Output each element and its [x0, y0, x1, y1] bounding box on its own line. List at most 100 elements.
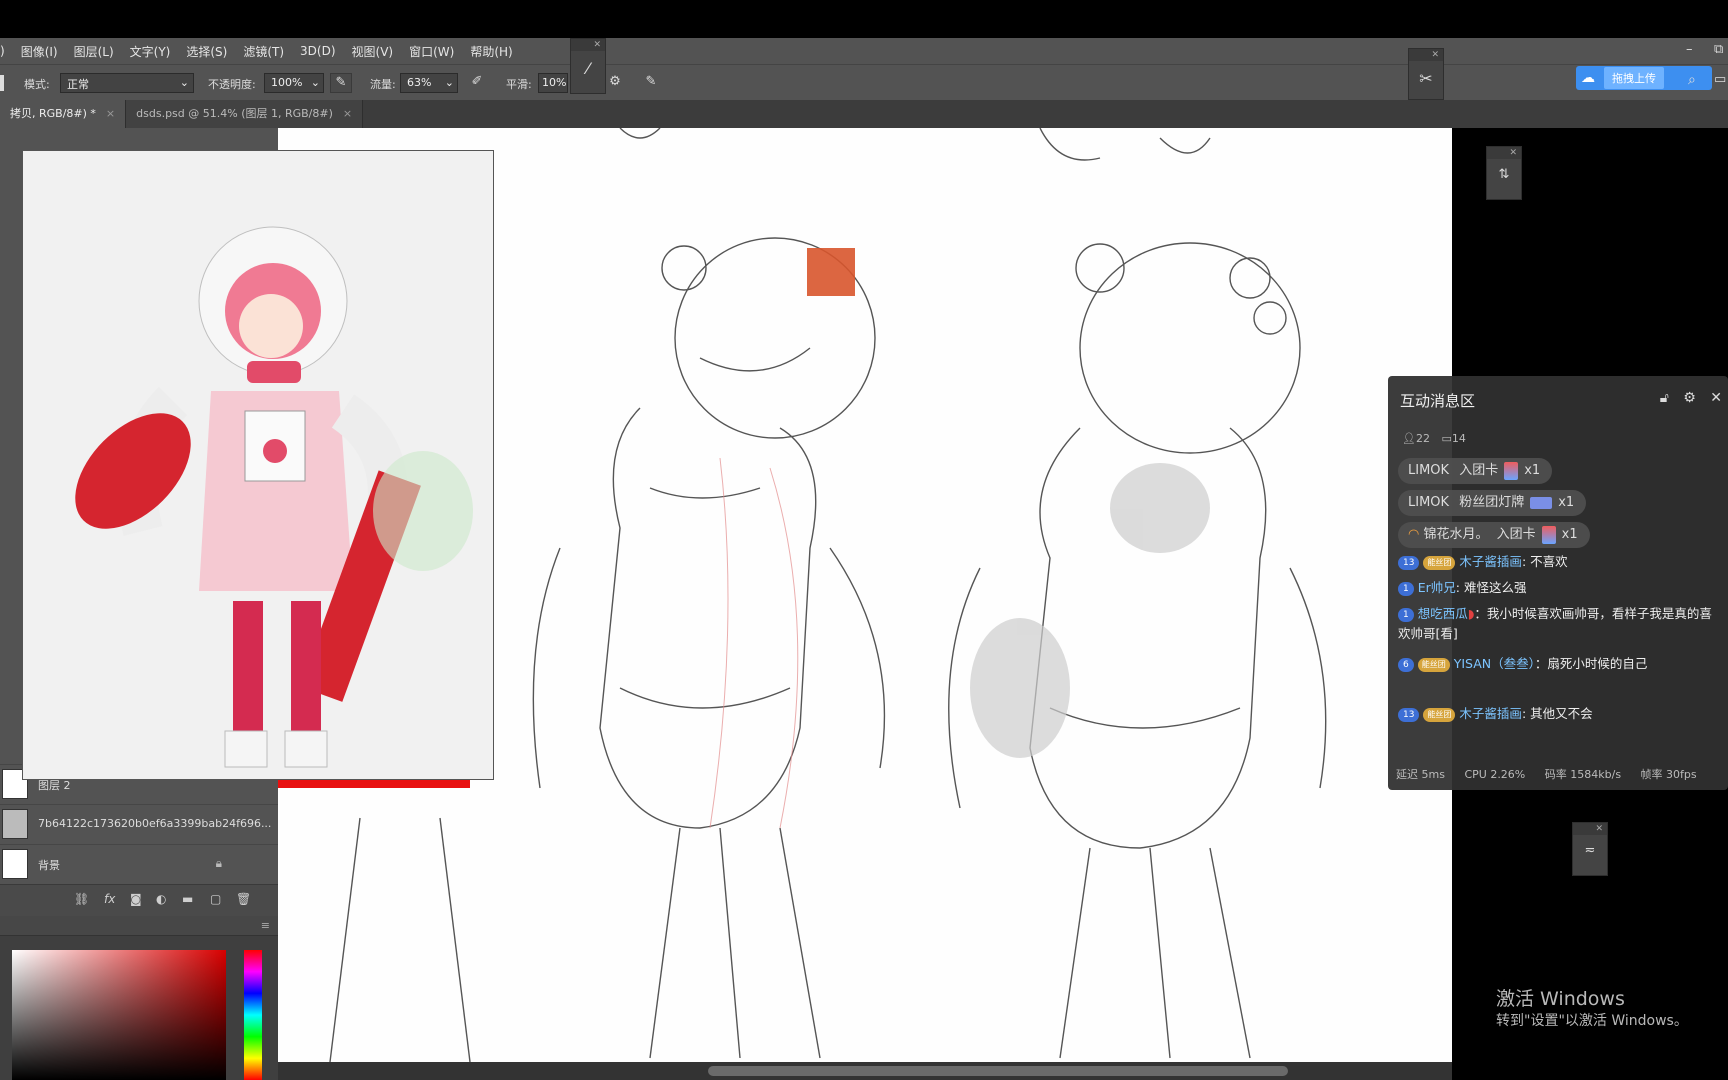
flow-label: 流量:	[370, 78, 396, 91]
search-icon[interactable]: ⌕	[1688, 72, 1696, 88]
menu-help[interactable]: 帮助(H)	[462, 43, 520, 60]
chat-text: 不喜欢	[1530, 554, 1568, 569]
fan-badge: 能丝团	[1423, 555, 1456, 570]
gift-count: x1	[1561, 527, 1578, 542]
menu-type[interactable]: 文字(Y)	[122, 43, 179, 60]
mode-label: 模式:	[24, 78, 50, 91]
level-badge: 6	[1398, 657, 1414, 672]
layer-thumbnail	[2, 809, 28, 839]
sliders-icon[interactable]: ≂	[1573, 835, 1607, 858]
menu-view[interactable]: 视图(V)	[344, 43, 402, 60]
history-icon[interactable]: ⇅	[1487, 159, 1521, 182]
fx-icon[interactable]: fx	[104, 892, 115, 906]
close-icon[interactable]: ×	[343, 107, 352, 120]
close-icon[interactable]: ×	[106, 107, 115, 120]
lock-icon[interactable]: 🔓︎	[1660, 390, 1669, 406]
cpu-text: CPU 2.26%	[1464, 768, 1526, 781]
color-panel: ≡	[0, 916, 278, 1080]
chat-message: 6 能丝团 YISAN（叁叁）：扇死小时候的自己	[1398, 654, 1724, 674]
adjust-icon[interactable]: ◐	[156, 892, 166, 906]
floating-history-panel[interactable]: ✕ ⇅	[1486, 146, 1522, 200]
panel-header: ✕	[1573, 823, 1607, 835]
pressure-size-icon[interactable]: ✎	[640, 73, 662, 93]
settings-icon[interactable]: ⚙	[1683, 390, 1696, 406]
workspace-icon[interactable]: ▭	[1714, 72, 1726, 87]
gift-item: 入团卡	[1496, 527, 1536, 542]
fan-badge: 能丝团	[1417, 657, 1450, 672]
tab-label: dsds.psd @ 51.4% (图层 1, RGB/8#)	[136, 107, 333, 120]
fps-text: 帧率 30fps	[1640, 768, 1697, 781]
opacity-field[interactable]: 100% ⌄	[264, 73, 324, 93]
floating-brush-panel[interactable]: ✕ ⁄	[570, 38, 606, 94]
upload-label: 拖拽上传	[1604, 67, 1664, 89]
menu-select[interactable]: 选择(S)	[178, 43, 235, 60]
scrollbar-thumb[interactable]	[708, 1066, 1288, 1076]
color-picker-field[interactable]	[12, 950, 226, 1080]
cloud-icon: ☁	[1581, 70, 1595, 86]
menu-image[interactable]: 图像(I)	[13, 43, 66, 60]
gift-item: 入团卡	[1459, 463, 1499, 478]
chat-username: YISAN（叁叁）	[1453, 656, 1535, 671]
gift-user: 锦花水月。	[1423, 527, 1489, 542]
panel-menu-icon[interactable]: ≡	[0, 916, 278, 936]
gift-notice: LIMOK 入团卡 x1	[1398, 458, 1553, 484]
hue-slider[interactable]	[244, 950, 262, 1080]
smooth-value: 10%	[542, 76, 567, 89]
folder-icon[interactable]: ▬	[182, 892, 193, 906]
menu-item-partial[interactable]: )	[0, 44, 13, 58]
panel-header: ✕	[571, 39, 605, 51]
layers-footer: ⛓ fx ◙ ◐ ▬ ▢ 🗑︎	[0, 884, 278, 916]
mask-icon[interactable]: ◙	[130, 892, 142, 906]
reference-character-image	[23, 151, 493, 779]
mode-value: 正常	[67, 78, 89, 91]
minimize-icon[interactable]: –	[1686, 42, 1693, 57]
menu-3d[interactable]: 3D(D)	[292, 44, 343, 58]
trash-icon[interactable]: 🗑︎	[236, 892, 251, 906]
layer-row-background[interactable]: 背景 🔒︎	[0, 844, 278, 884]
smooth-field[interactable]: 10%	[538, 73, 568, 93]
brush-icon[interactable]: ⁄	[571, 51, 605, 78]
chat-text: 难怪这么强	[1463, 580, 1527, 595]
menu-filter[interactable]: 滤镜(T)	[235, 43, 292, 60]
new-layer-icon[interactable]: ▢	[210, 892, 221, 906]
layer-name: 7b64122c173620b0ef6a3399bab24f696...	[38, 817, 272, 830]
gift-count: x1	[1558, 495, 1575, 510]
mode-select[interactable]: 正常 ⌄	[60, 73, 194, 93]
viewer-count: 22	[1415, 432, 1430, 445]
floating-tool-panel[interactable]: ✕ ✂	[1408, 48, 1444, 100]
layer-row[interactable]: 7b64122c173620b0ef6a3399bab24f696...	[0, 804, 278, 844]
level-badge: 13	[1398, 555, 1420, 570]
live-chat-panel: 互动消息区 🔓︎ ⚙ ✕ 👤︎22 ▭14 LIMOK 入团卡 x1 LIMOK …	[1388, 376, 1728, 790]
horizontal-scrollbar[interactable]	[278, 1062, 1452, 1080]
activation-watermark-title: 激活 Windows	[1496, 988, 1625, 1010]
panel-header: ✕	[1487, 147, 1521, 159]
reference-image-window[interactable]	[22, 150, 494, 780]
level-badge: 1	[1398, 607, 1414, 622]
tab-document-copy[interactable]: 拷贝, RGB/8#) * ×	[0, 100, 127, 128]
tab-dsds[interactable]: dsds.psd @ 51.4% (图层 1, RGB/8#) ×	[126, 100, 364, 128]
gift-user: LIMOK	[1408, 495, 1450, 510]
stream-stats: 延迟 5ms CPU 2.26% 码率 1584kb/s 帧率 30fps	[1396, 766, 1713, 782]
layer-thumbnail	[2, 849, 28, 879]
restore-icon[interactable]: ⧉	[1714, 42, 1723, 57]
flow-field[interactable]: 63% ⌄	[400, 73, 458, 93]
pressure-opacity-icon[interactable]: ✎	[330, 73, 352, 93]
level-badge: 1	[1398, 581, 1414, 596]
card-icon	[1541, 525, 1556, 544]
airbrush-icon[interactable]: ✐	[466, 73, 488, 93]
smooth-label: 平滑:	[506, 78, 532, 91]
latency-text: 延迟 5ms	[1396, 768, 1445, 781]
link-icon[interactable]: ⛓	[74, 892, 89, 906]
lock-icon[interactable]: 🔒︎	[216, 856, 222, 871]
viewers-icon: 👤︎	[1402, 432, 1416, 445]
close-icon[interactable]: ✕	[1710, 390, 1722, 406]
scissors-icon[interactable]: ✂	[1409, 61, 1443, 88]
chat-username: Er帅兄	[1417, 580, 1456, 595]
floating-adjust-panel[interactable]: ✕ ≂	[1572, 822, 1608, 876]
tool-preset-icon[interactable]	[0, 75, 4, 91]
gear-icon[interactable]: ⚙	[604, 73, 626, 93]
letterbox-top	[0, 0, 1728, 38]
message-icon: ▭	[1441, 432, 1452, 445]
menu-window[interactable]: 窗口(W)	[401, 43, 462, 60]
menu-layer[interactable]: 图层(L)	[66, 43, 122, 60]
